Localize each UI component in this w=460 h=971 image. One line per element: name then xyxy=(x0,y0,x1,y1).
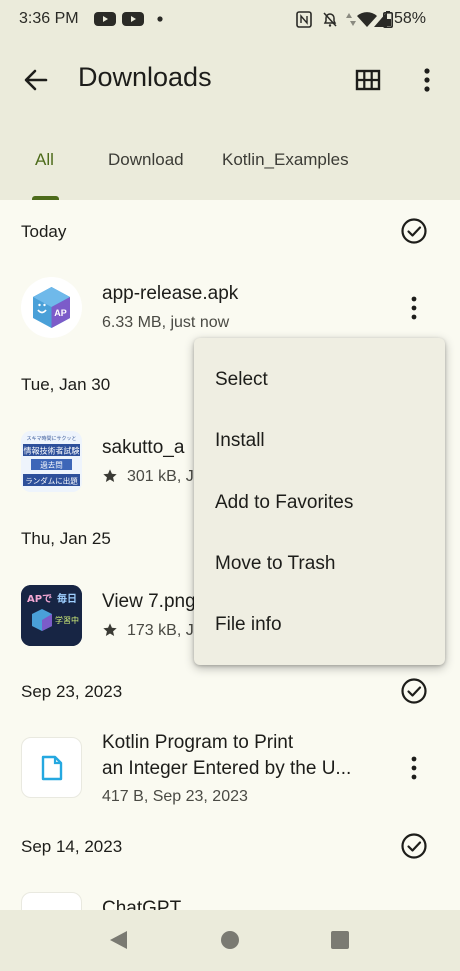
thumb-text: ランダムに出題 xyxy=(25,476,78,486)
document-file-icon xyxy=(21,737,82,798)
menu-item-select[interactable]: Select xyxy=(215,369,268,391)
thumb-text: スキマ時間にサクッと xyxy=(26,436,76,442)
menu-item-add-to-favorites[interactable]: Add to Favorites xyxy=(215,492,353,514)
youtube-notification-icon xyxy=(94,12,116,26)
do-not-disturb-off-icon xyxy=(323,12,337,27)
thumb-text: 毎日 xyxy=(57,592,77,605)
file-name[interactable]: View 7.png xyxy=(102,591,196,613)
select-all-check-icon[interactable] xyxy=(400,677,428,705)
battery-icon xyxy=(383,11,393,28)
tab-download[interactable]: Download xyxy=(108,150,184,170)
nav-recents-icon[interactable] xyxy=(329,928,351,952)
image-thumbnail: APで 毎日 学習中 xyxy=(21,585,82,646)
file-name[interactable]: an Integer Entered by the U... xyxy=(102,758,351,780)
tab-all[interactable]: All xyxy=(35,150,54,170)
battery-percent: 58% xyxy=(394,10,427,27)
menu-item-move-to-trash[interactable]: Move to Trash xyxy=(215,553,335,575)
context-menu: Select Install Add to Favorites Move to … xyxy=(194,338,445,665)
menu-item-file-info[interactable]: File info xyxy=(215,614,282,636)
tab-kotlin-examples[interactable]: Kotlin_Examples xyxy=(222,150,349,170)
file-meta: 301 kB, J xyxy=(127,468,194,485)
status-time: 3:36 PM xyxy=(19,10,79,27)
star-icon xyxy=(103,623,117,636)
apk-file-icon: AP xyxy=(21,277,82,338)
section-heading: Sep 23, 2023 xyxy=(21,682,123,701)
thumb-text: APで xyxy=(27,593,52,605)
select-all-check-icon[interactable] xyxy=(400,832,428,860)
file-name[interactable]: ChatGPT xyxy=(102,898,181,910)
apk-logo-text: AP xyxy=(54,308,67,318)
file-meta: 417 B, Sep 23, 2023 xyxy=(102,788,248,805)
file-meta: 173 kB, J xyxy=(127,622,194,639)
select-all-check-icon[interactable] xyxy=(400,217,428,245)
thumb-text: 過去問 xyxy=(40,460,63,470)
section-heading: Tue, Jan 30 xyxy=(21,375,111,394)
nfc-icon xyxy=(296,11,312,28)
section-heading: Thu, Jan 25 xyxy=(21,529,111,548)
file-name[interactable]: app-release.apk xyxy=(102,283,238,305)
more-vert-icon[interactable] xyxy=(413,64,441,96)
app-bar: Downloads All Download Kotlin_Examples xyxy=(0,38,460,200)
navigation-bar xyxy=(0,910,460,971)
document-file-icon xyxy=(21,892,82,910)
nav-back-icon[interactable] xyxy=(107,928,129,952)
thumb-text: 学習中 xyxy=(55,615,79,625)
nav-home-icon[interactable] xyxy=(219,928,241,952)
file-name[interactable]: Kotlin Program to Print xyxy=(102,732,293,754)
status-bar: 3:36 PM 58% xyxy=(0,0,460,38)
file-more-icon[interactable] xyxy=(405,754,423,782)
file-more-icon[interactable] xyxy=(405,294,423,322)
file-meta: 6.33 MB, just now xyxy=(102,314,230,331)
section-heading: Sep 14, 2023 xyxy=(21,837,123,856)
section-heading: Today xyxy=(21,222,67,241)
file-name[interactable]: sakutto_a xyxy=(102,437,184,459)
grid-view-icon[interactable] xyxy=(352,64,384,96)
arrow-back-icon[interactable] xyxy=(18,62,54,98)
thumb-text: 情報技術者試験 xyxy=(24,446,80,456)
data-arrows-icon xyxy=(346,13,356,26)
youtube-notification-icon xyxy=(122,12,144,26)
menu-item-install[interactable]: Install xyxy=(215,430,265,452)
image-thumbnail: スキマ時間にサクッと 情報技術者試験 過去問 ランダムに出題 xyxy=(21,431,82,492)
page-title: Downloads xyxy=(78,62,212,92)
star-icon xyxy=(103,469,117,482)
more-notifications-dot-icon xyxy=(157,16,163,22)
